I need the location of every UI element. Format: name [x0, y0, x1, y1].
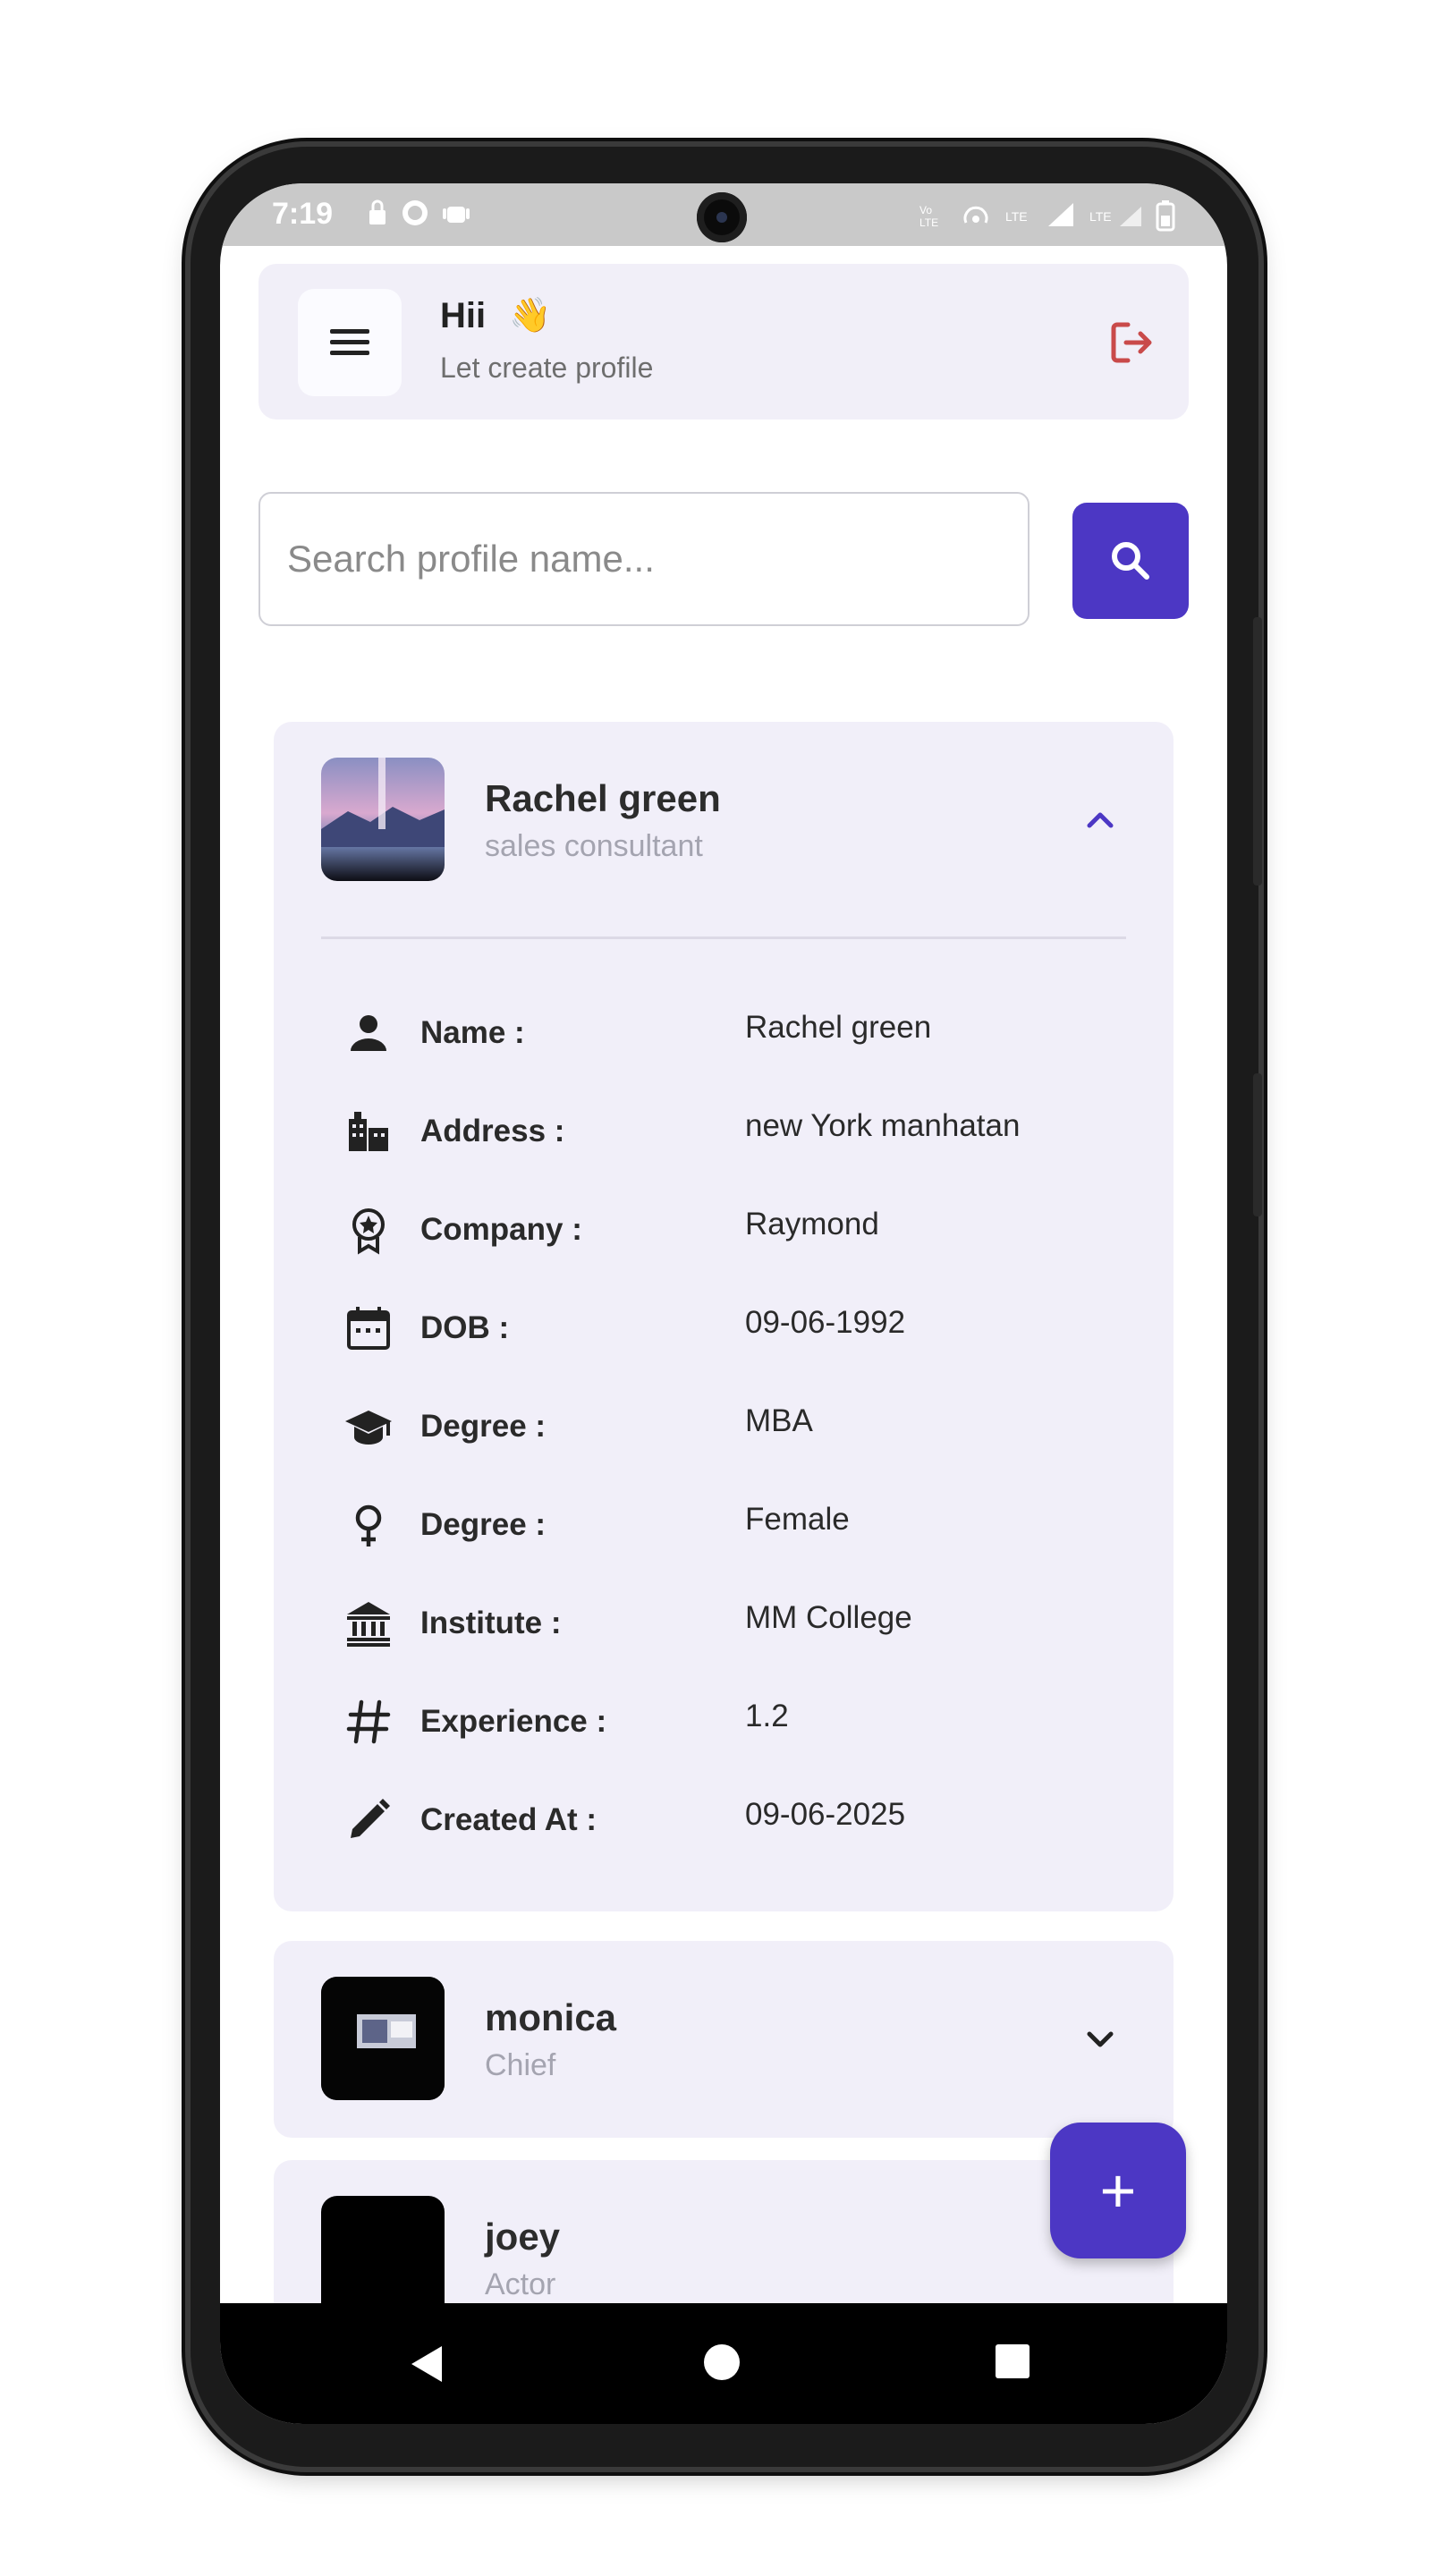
- hash-icon: [346, 1699, 391, 1744]
- detail-row-experience: Experience : 1.2: [274, 1688, 1174, 1759]
- svg-text:LTE: LTE: [1005, 209, 1028, 224]
- svg-text:LTE: LTE: [1089, 209, 1112, 224]
- hotspot-icon: [963, 206, 988, 224]
- app-screen: 7:19 Vo LTE LTE LTE Hii 👋 Let create prof…: [220, 183, 1227, 2424]
- detail-row-company: Company : Raymond: [274, 1196, 1174, 1267]
- status-notification-icons: [368, 198, 470, 228]
- android-icon: [443, 207, 470, 223]
- card-divider: [321, 936, 1126, 939]
- greeting-title: Hii: [440, 296, 487, 335]
- hamburger-icon: [330, 329, 369, 356]
- detail-value: Female: [745, 1502, 850, 1537]
- detail-label: Address :: [420, 1114, 565, 1148]
- detail-row-gender: Degree : Female: [274, 1491, 1174, 1563]
- detail-value: Raymond: [745, 1207, 879, 1241]
- recents-icon[interactable]: [996, 2344, 1030, 2378]
- status-system-icons: Vo LTE LTE LTE: [918, 199, 1175, 232]
- detail-value: MM College: [745, 1600, 912, 1635]
- lte-icon: LTE: [1005, 209, 1028, 224]
- menu-button[interactable]: [298, 289, 402, 396]
- lock-icon: [369, 199, 386, 225]
- avatar: [321, 1977, 445, 2100]
- detail-row-created-at: Created At : 09-06-2025: [274, 1786, 1174, 1858]
- detail-row-address: Address : new York manhatan: [274, 1097, 1174, 1169]
- profile-role: sales consultant: [485, 829, 703, 863]
- pencil-icon: [351, 1799, 390, 1838]
- app-header: Hii 👋 Let create profile: [258, 264, 1189, 419]
- detail-label: Name :: [420, 1015, 525, 1050]
- award-icon: [352, 1208, 385, 1255]
- back-icon[interactable]: [408, 2344, 444, 2384]
- chevron-up-icon[interactable]: [1082, 802, 1118, 838]
- detail-label: Experience :: [420, 1704, 607, 1739]
- power-button: [1253, 1073, 1262, 1216]
- detail-value: Rachel green: [745, 1010, 932, 1045]
- profile-role: Actor: [485, 2267, 556, 2301]
- battery-icon: [1156, 200, 1175, 232]
- profile-card-expanded[interactable]: Rachel green sales consultant Name : Rac…: [274, 722, 1174, 1911]
- profile-role: Chief: [485, 2048, 556, 2082]
- detail-label: Degree :: [420, 1409, 547, 1444]
- logout-icon[interactable]: [1106, 318, 1157, 368]
- wave-emoji: 👋: [509, 297, 552, 335]
- avatar: [321, 758, 445, 881]
- svg-text:Vo: Vo: [919, 204, 932, 216]
- status-time: 7:19: [272, 197, 334, 231]
- institute-icon: [347, 1602, 390, 1647]
- calendar-icon: [347, 1307, 390, 1350]
- person-icon: [351, 1015, 386, 1051]
- detail-value: 09-06-2025: [745, 1797, 906, 1832]
- lte-signal-icon: LTE: [1089, 207, 1141, 226]
- detail-label: Institute :: [420, 1606, 562, 1640]
- profile-name: joey: [485, 2216, 561, 2258]
- detail-value: new York manhatan: [745, 1108, 1021, 1143]
- profile-card-collapsed[interactable]: monica Chief: [274, 1941, 1174, 2138]
- status-bar: 7:19 Vo LTE LTE LTE: [220, 183, 1227, 246]
- graduation-cap-icon: [345, 1411, 392, 1445]
- search-icon: [1112, 542, 1149, 580]
- detail-label: Degree :: [420, 1507, 547, 1542]
- detail-value: 09-06-1992: [745, 1305, 906, 1340]
- building-icon: [349, 1112, 388, 1151]
- chevron-down-icon[interactable]: [1082, 2021, 1118, 2057]
- detail-value: MBA: [745, 1403, 813, 1438]
- detail-value: 1.2: [745, 1699, 789, 1733]
- home-icon[interactable]: [704, 2344, 740, 2380]
- system-nav-bar: [220, 2303, 1227, 2424]
- volte-icon: VoLTE: [919, 204, 938, 229]
- detail-label: Company :: [420, 1212, 582, 1247]
- signal-icon: [1048, 203, 1073, 226]
- detail-row-degree: Degree : MBA: [274, 1393, 1174, 1464]
- detail-row-name: Name : Rachel green: [274, 999, 1174, 1071]
- detail-row-dob: DOB : 09-06-1992: [274, 1294, 1174, 1366]
- volume-button: [1253, 617, 1262, 886]
- svg-text:LTE: LTE: [919, 216, 938, 229]
- female-icon: [355, 1504, 382, 1546]
- detail-row-institute: Institute : MM College: [274, 1589, 1174, 1661]
- search-button[interactable]: [1072, 503, 1189, 619]
- profile-name: monica: [485, 1996, 617, 2038]
- avatar: [321, 2196, 445, 2319]
- greeting-subtitle: Let create profile: [440, 352, 654, 384]
- profile-name: Rachel green: [485, 777, 721, 819]
- detail-label: Created At :: [420, 1802, 597, 1837]
- detail-label: DOB :: [420, 1310, 510, 1345]
- add-profile-button[interactable]: +: [1050, 2123, 1186, 2258]
- front-camera: [697, 192, 747, 242]
- whatsapp-icon: [402, 200, 428, 225]
- search-input[interactable]: [258, 492, 1030, 626]
